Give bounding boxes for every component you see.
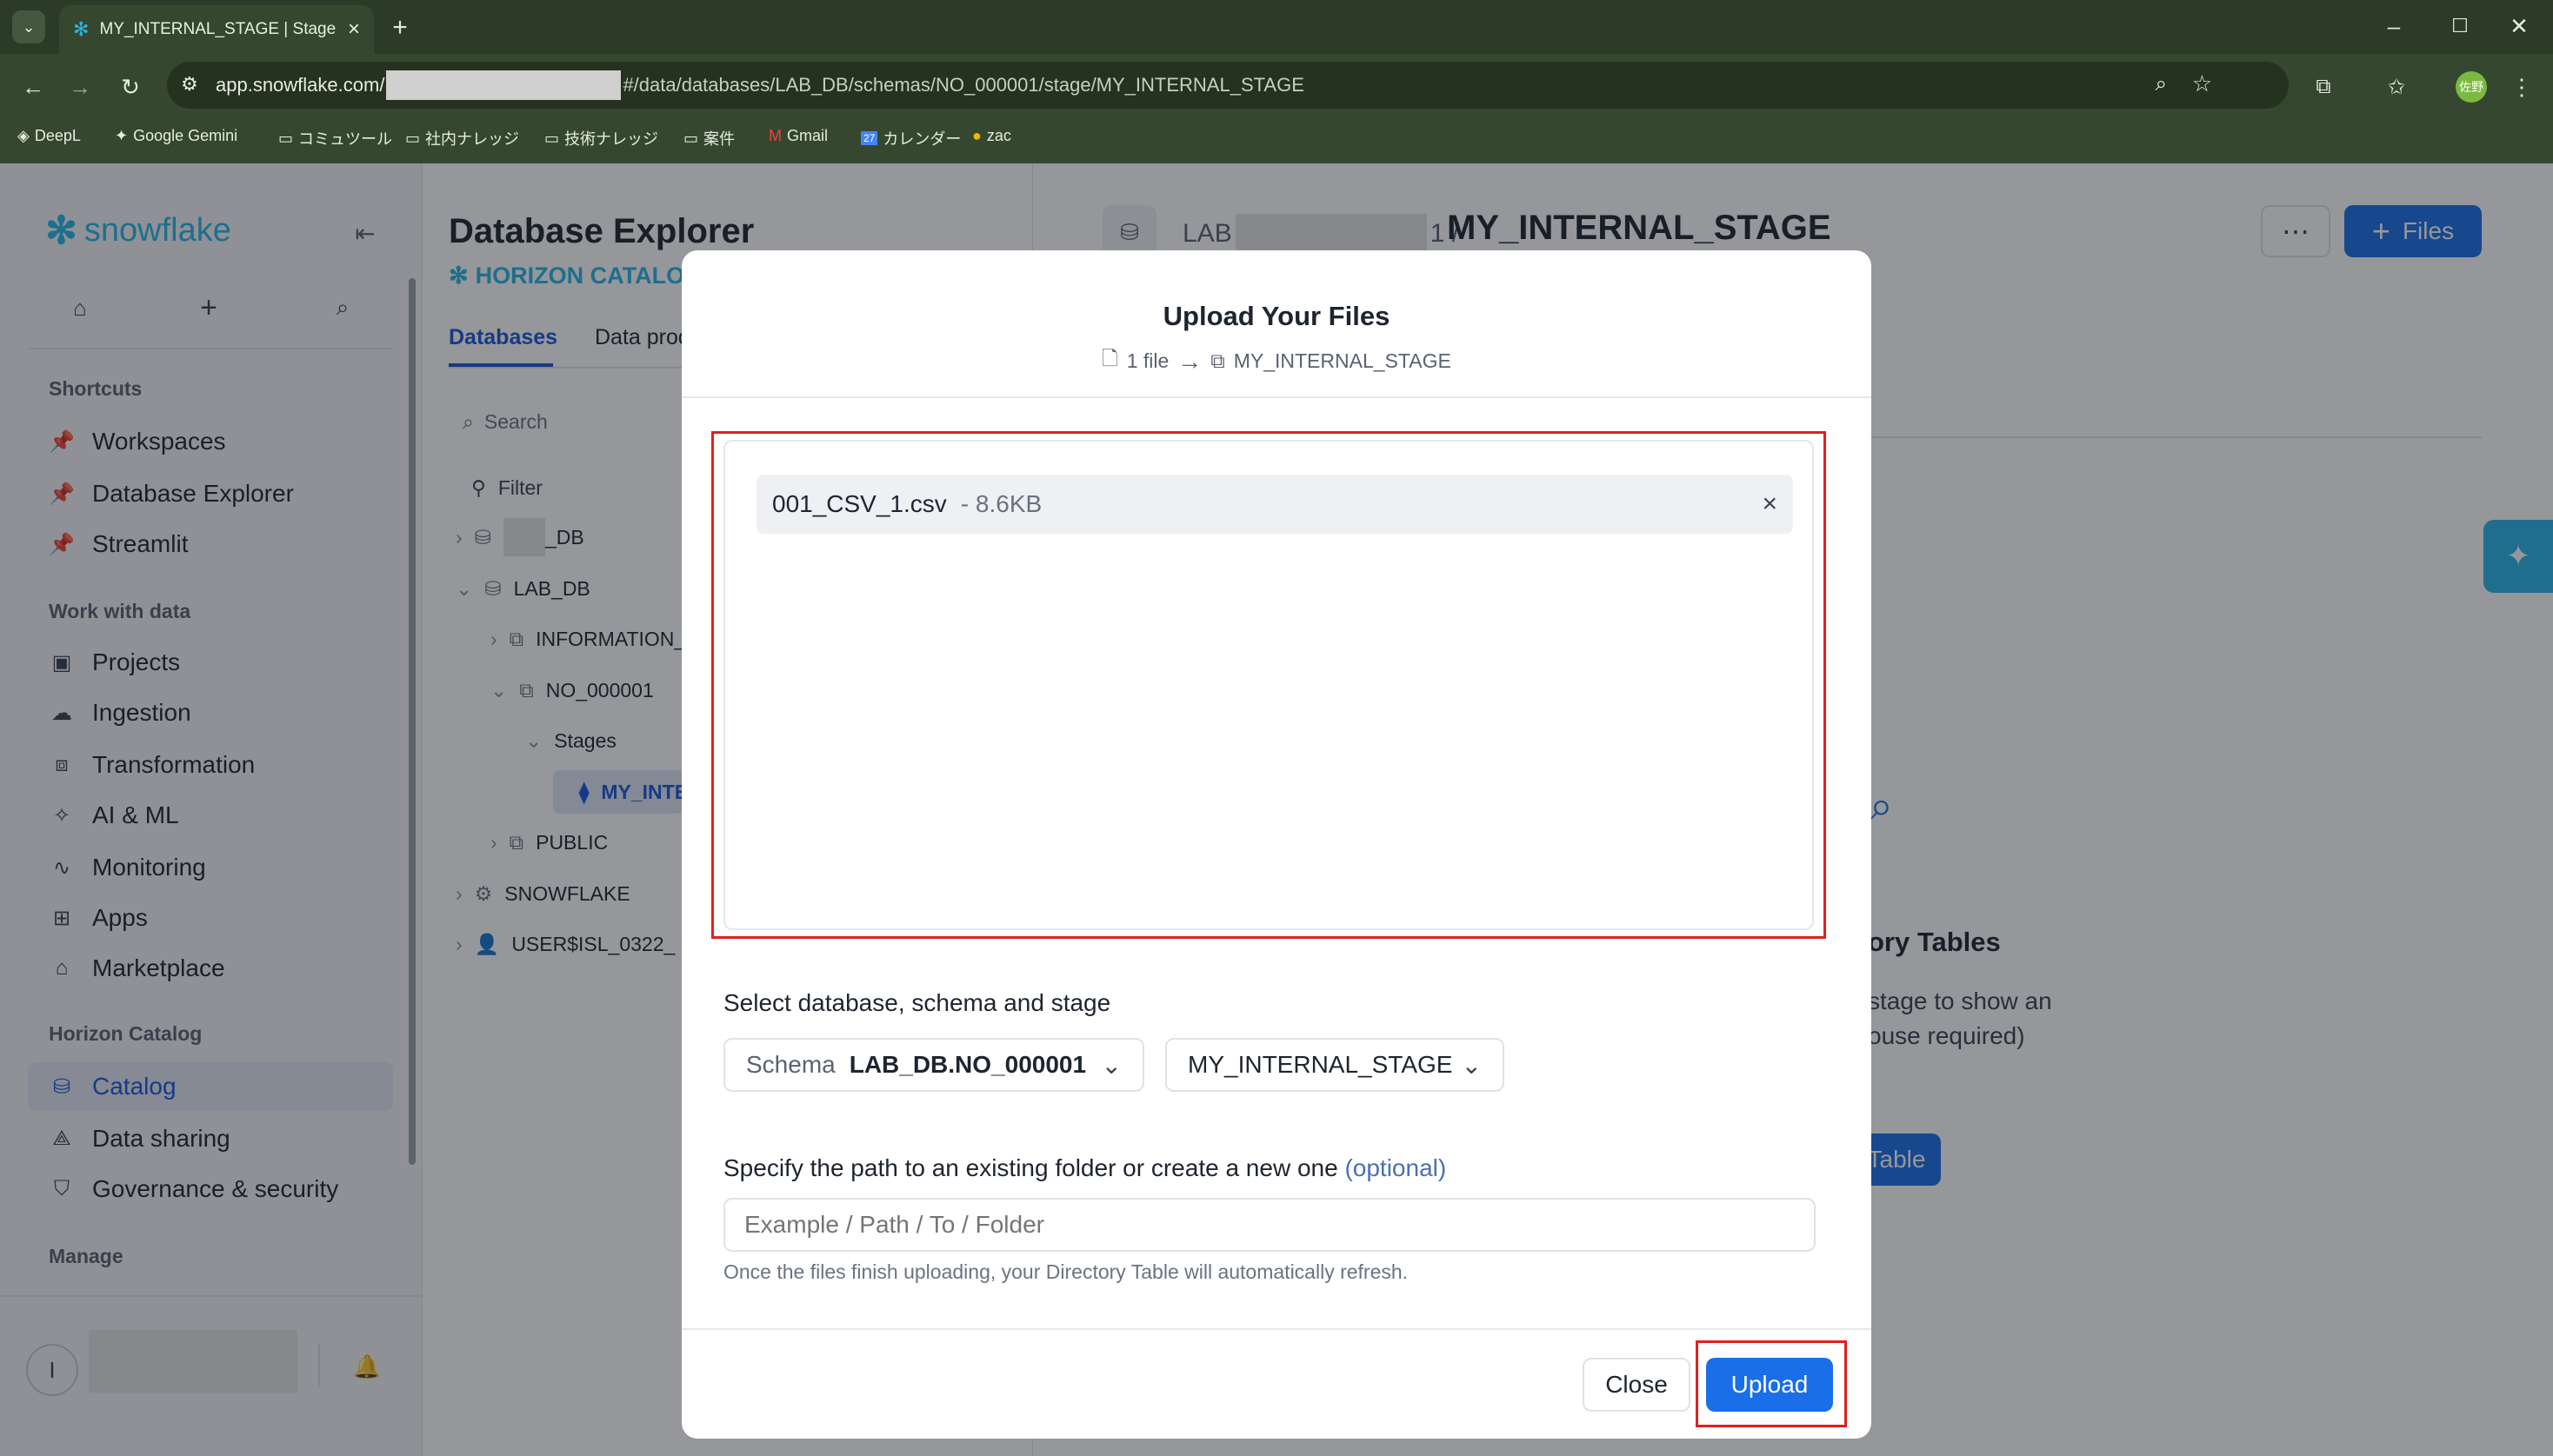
deepl-icon: ◈ [17, 127, 30, 144]
browser-tab-active[interactable]: ✻ MY_INTERNAL_STAGE | Stage × [59, 5, 374, 54]
folder-icon: ▭ [683, 129, 699, 147]
arrow-right-icon: → [1177, 347, 1203, 375]
bookmark-folder-2[interactable]: ▭ 社内ナレッジ [405, 127, 519, 150]
dialog-subtitle: 🗋 1 file → ⧉ MY_INTERNAL_STAGE [682, 344, 1871, 378]
bookmarks-list-icon[interactable]: ✩ [2379, 70, 2414, 104]
bookmark-zac[interactable]: ● zac [972, 127, 1011, 145]
close-tab-icon[interactable]: × [348, 17, 360, 42]
dialog-title: Upload Your Files [1163, 301, 1390, 331]
bookmark-gemini[interactable]: ✦ Google Gemini [115, 127, 237, 145]
url-prefix: app.snowflake.com/ [216, 74, 385, 96]
close-window-icon[interactable]: ✕ [2499, 9, 2539, 43]
url-suffix: #/data/databases/LAB_DB/schemas/NO_00000… [623, 74, 1304, 96]
file-list-item: 001_CSV_1.csv - 8.6KB × [757, 475, 1793, 534]
zoom-icon[interactable]: ⌕ [2156, 72, 2167, 96]
redacted-url-segment [386, 70, 622, 100]
stage-select[interactable]: MY_INTERNAL_STAGE ⌄ [1165, 1038, 1504, 1092]
maximize-window-icon[interactable]: ☐ [2440, 9, 2480, 43]
bookmark-gmail[interactable]: M Gmail [769, 127, 828, 145]
new-tab-button[interactable]: + [383, 10, 417, 45]
gmail-icon: M [769, 127, 782, 144]
snowflake-favicon-icon: ✻ [73, 18, 90, 40]
dialog-header-divider [682, 396, 1871, 398]
path-label: Specify the path to an existing folder o… [723, 1154, 1447, 1181]
bookmark-star-icon[interactable]: ☆ [2192, 70, 2212, 97]
chevron-down-icon: ⌄ [1101, 1051, 1122, 1079]
back-icon[interactable]: ← [16, 70, 50, 104]
profile-avatar[interactable]: 佐野 [2456, 71, 2487, 103]
bookmark-folder-4[interactable]: ▭ 案件 [683, 127, 735, 150]
file-icon: 🗋 [1102, 347, 1118, 369]
tab-title: MY_INTERNAL_STAGE | Stage [99, 20, 337, 38]
folder-icon: ▭ [278, 129, 294, 147]
file-size: - 8.6KB [960, 490, 1043, 517]
bookmark-folder-1[interactable]: ▭ コミュツール [278, 127, 392, 150]
zac-icon: ● [972, 127, 982, 144]
bookmark-calendar[interactable]: 27 カレンダー [861, 127, 961, 150]
schema-select[interactable]: Schema LAB_DB.NO_000001 ⌄ [723, 1038, 1144, 1092]
upload-files-dialog: Upload Your Files 🗋 1 file → ⧉ MY_INTERN… [682, 250, 1871, 1439]
folder-icon: ▭ [405, 129, 421, 147]
bookmark-folder-3[interactable]: ▭ 技術ナレッジ [544, 127, 658, 150]
select-location-label: Select database, schema and stage [723, 989, 1111, 1016]
file-name: 001_CSV_1.csv [772, 490, 947, 517]
calendar-icon: 27 [861, 131, 878, 145]
folder-icon: ▭ [544, 129, 560, 147]
close-button[interactable]: Close [1583, 1358, 1690, 1412]
tab-list-dropdown[interactable]: ⌄ [12, 10, 45, 43]
extensions-icon[interactable]: ⧉ [2306, 70, 2341, 104]
address-bar[interactable]: ⚙ app.snowflake.com/ #/data/databases/LA… [167, 62, 2289, 109]
chevron-down-icon: ⌄ [1461, 1051, 1482, 1079]
dialog-footer-divider [682, 1328, 1871, 1330]
upload-button[interactable]: Upload [1706, 1358, 1833, 1412]
stage-icon: ⧉ [1210, 349, 1225, 372]
folder-path-input[interactable] [723, 1198, 1816, 1252]
site-info-icon[interactable]: ⚙ [181, 73, 198, 96]
gemini-icon: ✦ [115, 127, 129, 144]
forward-icon[interactable]: → [63, 70, 97, 104]
bookmark-deepl[interactable]: ◈ DeepL [17, 127, 81, 145]
reload-icon[interactable]: ↻ [113, 70, 148, 104]
refresh-hint: Once the files finish uploading, your Di… [723, 1260, 1409, 1283]
remove-file-icon[interactable]: × [1762, 489, 1777, 519]
browser-menu-icon[interactable]: ⋮ [2504, 70, 2539, 104]
minimize-window-icon[interactable]: – [2374, 9, 2414, 43]
